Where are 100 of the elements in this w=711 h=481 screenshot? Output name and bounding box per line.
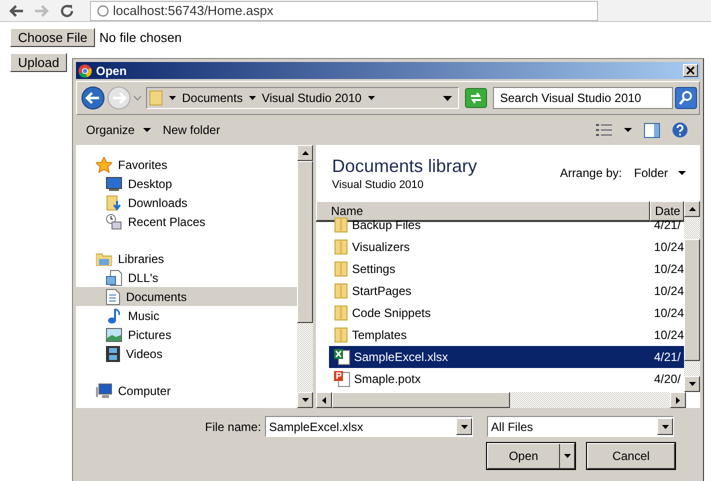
file-status-text: No file chosen (99, 30, 182, 45)
nav-tree-item[interactable]: Favorites (76, 155, 297, 174)
horizontal-scrollbar[interactable] (316, 392, 686, 408)
nav-tree-item[interactable]: Videos (76, 344, 297, 363)
scroll-track[interactable] (684, 361, 700, 376)
caret-icon[interactable] (248, 96, 256, 100)
file-row[interactable]: Code Snippets 10/24 (329, 302, 684, 324)
dialog-title: Open (96, 64, 127, 78)
toolbar-button[interactable]: New folder (162, 123, 220, 137)
search-icon[interactable] (675, 87, 697, 109)
nav-tree-item[interactable]: Pictures (76, 325, 297, 344)
folder-icon (334, 305, 348, 321)
address-field[interactable]: localhost:56743/Home.aspx (90, 0, 598, 20)
caret-icon[interactable] (624, 128, 632, 132)
file-row[interactable]: Visualizers 10/24 (329, 236, 684, 258)
breadcrumb-item[interactable]: Documents (182, 91, 243, 105)
folder-icon (96, 252, 112, 266)
folder-download-icon (106, 194, 122, 210)
up-arrow-icon (302, 151, 308, 155)
vertical-scrollbar[interactable] (297, 145, 313, 408)
toolbar-button[interactable]: Organize (86, 123, 151, 137)
column-header[interactable]: Name (316, 201, 650, 221)
dropdown-caret-icon[interactable] (443, 96, 452, 100)
caret-icon (662, 424, 669, 428)
scroll-left-button[interactable] (316, 392, 332, 408)
folder-icon (334, 239, 348, 255)
folder-icon (334, 217, 348, 233)
nav-tree-item[interactable]: Computer (76, 381, 297, 400)
caret-icon (564, 454, 570, 458)
scroll-up-button[interactable] (297, 145, 313, 161)
file-type-dropdown[interactable]: All Files (487, 416, 674, 437)
help-icon[interactable] (672, 122, 688, 138)
scroll-down-button[interactable] (297, 392, 313, 408)
close-button[interactable] (683, 64, 698, 77)
scroll-thumb[interactable] (297, 161, 313, 323)
file-row[interactable]: Smaple.potx 4/20/ (329, 368, 684, 390)
folder-icon (334, 283, 348, 299)
folder-icon (334, 327, 348, 343)
nav-tree-item[interactable]: Documents (76, 287, 297, 306)
back-arrow-icon[interactable] (8, 4, 24, 18)
nav-tree-item[interactable]: Libraries (76, 249, 297, 268)
arrange-by-dropdown[interactable]: Folder (634, 166, 686, 180)
monitor-icon (106, 176, 122, 190)
open-button[interactable]: Open (487, 443, 575, 469)
vertical-scrollbar[interactable] (684, 201, 700, 392)
file-row[interactable]: StartPages 10/24 (329, 280, 684, 302)
library-subtitle: Visual Studio 2010 (332, 178, 425, 190)
file-row[interactable]: Templates 10/24 (329, 324, 684, 346)
upload-button[interactable]: Upload (10, 53, 68, 72)
scroll-right-button[interactable] (670, 392, 686, 408)
document-icon (106, 288, 120, 304)
caret-icon[interactable] (169, 96, 176, 100)
preview-pane-icon[interactable] (644, 122, 660, 138)
caret-icon[interactable] (368, 96, 375, 100)
scroll-up-button[interactable] (684, 201, 700, 217)
nav-tree-item[interactable]: Desktop (76, 174, 297, 193)
file-name-label: File name: (205, 420, 262, 434)
scroll-thumb[interactable] (332, 392, 510, 408)
back-button-icon[interactable] (81, 86, 105, 110)
film-strip-icon (106, 346, 120, 362)
down-arrow-icon (302, 398, 308, 402)
spreadsheet-file-icon (334, 349, 350, 365)
file-row[interactable]: SampleExcel.xlsx 4/21/ (329, 346, 684, 368)
nav-tree-item[interactable]: Recent Places (76, 212, 297, 231)
cancel-button[interactable]: Cancel (587, 443, 675, 469)
breadcrumb-bar[interactable]: Documents Visual Studio 2010 (146, 87, 459, 109)
nav-tree-item[interactable]: DLL's (76, 268, 297, 287)
column-header[interactable]: Date (650, 201, 684, 221)
library-documents-icon (106, 270, 122, 286)
refresh-button-icon[interactable] (465, 88, 487, 108)
list-view-icon[interactable] (596, 123, 612, 137)
breadcrumb-item[interactable]: Visual Studio 2010 (262, 91, 362, 105)
caret-icon (460, 424, 468, 428)
file-name-field[interactable]: SampleExcel.xlsx (265, 416, 474, 437)
up-arrow-icon (688, 207, 696, 211)
left-arrow-icon (322, 396, 326, 404)
browser-logo-icon (78, 64, 92, 78)
folder-icon (149, 90, 163, 106)
scroll-down-button[interactable] (684, 376, 700, 392)
star-icon (96, 156, 112, 172)
choose-file-button[interactable]: Choose File (10, 28, 96, 47)
scroll-thumb[interactable] (684, 239, 700, 361)
down-arrow-icon (688, 382, 696, 386)
arrange-by-label: Arrange by: (560, 166, 622, 180)
library-title: Documents library (332, 156, 478, 176)
clock-computer-icon (106, 214, 122, 230)
caret-icon (678, 171, 686, 175)
landscape-picture-icon (106, 328, 122, 342)
music-note-icon (106, 308, 122, 324)
nav-tree-item[interactable]: Music (76, 306, 297, 325)
presentation-file-icon (334, 371, 350, 387)
right-arrow-icon (676, 396, 680, 404)
nav-tree-item[interactable]: Downloads (76, 193, 297, 212)
file-row[interactable]: Settings 10/24 (329, 258, 684, 280)
reload-icon[interactable] (60, 4, 74, 18)
search-field[interactable]: Search Visual Studio 2010 (493, 87, 673, 109)
close-icon (686, 66, 695, 75)
page-icon (97, 4, 109, 16)
folder-icon (334, 261, 348, 277)
computer-icon (96, 382, 112, 398)
